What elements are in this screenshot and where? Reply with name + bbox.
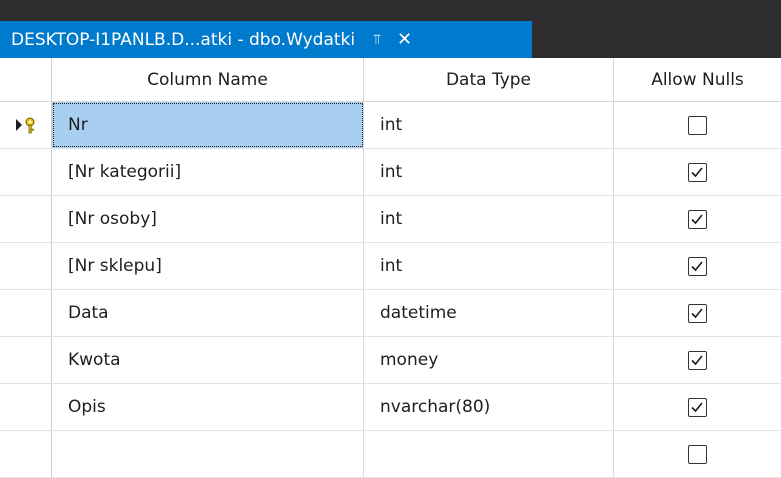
allow-nulls-checkbox[interactable]	[688, 350, 707, 370]
table-row[interactable]: [Nr sklepu] int	[0, 243, 781, 290]
table-row[interactable]	[0, 431, 781, 478]
document-tab[interactable]: DESKTOP-I1PANLB.D...atki - dbo.Wydatki ⫪…	[0, 21, 532, 58]
table-designer-grid: Column Name Data Type Allow Nulls Nr int[…	[0, 58, 781, 478]
data-type-cell[interactable]: int	[364, 243, 614, 289]
allow-nulls-cell	[614, 290, 781, 336]
data-type-cell[interactable]: datetime	[364, 290, 614, 336]
allow-nulls-checkbox[interactable]	[688, 444, 707, 464]
column-name-cell[interactable]: [Nr sklepu]	[52, 243, 364, 289]
data-type-header[interactable]: Data Type	[364, 58, 614, 101]
allow-nulls-cell	[614, 384, 781, 430]
row-selector[interactable]	[0, 337, 52, 383]
allow-nulls-checkbox[interactable]	[688, 162, 707, 182]
allow-nulls-checkbox[interactable]	[688, 397, 707, 417]
allow-nulls-cell	[614, 337, 781, 383]
checkmark-icon	[691, 401, 703, 412]
allow-nulls-checkbox[interactable]	[688, 115, 707, 135]
checkmark-icon	[691, 260, 703, 271]
table-row[interactable]: Kwota money	[0, 337, 781, 384]
allow-nulls-cell	[614, 102, 781, 148]
tab-title[interactable]: DESKTOP-I1PANLB.D...atki - dbo.Wydatki	[11, 30, 355, 50]
column-name-cell[interactable]: Data	[52, 290, 364, 336]
table-row[interactable]: Nr int	[0, 102, 781, 149]
pin-icon[interactable]: ⫪	[373, 32, 381, 48]
checkmark-icon	[691, 166, 703, 177]
grid-header-row: Column Name Data Type Allow Nulls	[0, 58, 781, 102]
row-selector[interactable]	[0, 102, 52, 148]
row-selector[interactable]	[0, 431, 52, 477]
data-type-cell[interactable]: int	[364, 196, 614, 242]
row-selector[interactable]	[0, 196, 52, 242]
allow-nulls-checkbox[interactable]	[688, 303, 707, 323]
allow-nulls-checkbox[interactable]	[688, 256, 707, 276]
column-name-cell[interactable]: [Nr kategorii]	[52, 149, 364, 195]
table-row[interactable]: [Nr osoby] int	[0, 196, 781, 243]
data-type-cell[interactable]: nvarchar(80)	[364, 384, 614, 430]
table-row[interactable]: [Nr kategorii] int	[0, 149, 781, 196]
table-row[interactable]: Data datetime	[0, 290, 781, 337]
column-name-header[interactable]: Column Name	[52, 58, 364, 101]
row-selector-header	[0, 58, 52, 101]
allow-nulls-checkbox[interactable]	[688, 209, 707, 229]
column-name-cell[interactable]: Kwota	[52, 337, 364, 383]
primary-key-icon	[15, 117, 34, 134]
checkmark-icon	[691, 307, 703, 318]
data-type-cell[interactable]	[364, 431, 614, 477]
data-type-cell[interactable]: int	[364, 149, 614, 195]
column-name-cell[interactable]: Nr	[52, 102, 364, 148]
row-selector[interactable]	[0, 149, 52, 195]
close-icon[interactable]: ✕	[397, 29, 412, 50]
allow-nulls-header[interactable]: Allow Nulls	[614, 58, 781, 101]
column-name-cell[interactable]: [Nr osoby]	[52, 196, 364, 242]
allow-nulls-cell	[614, 149, 781, 195]
row-selector[interactable]	[0, 290, 52, 336]
allow-nulls-cell	[614, 196, 781, 242]
table-row[interactable]: Opis nvarchar(80)	[0, 384, 781, 431]
checkmark-icon	[691, 213, 703, 224]
data-type-cell[interactable]: money	[364, 337, 614, 383]
row-selector[interactable]	[0, 243, 52, 289]
checkmark-icon	[691, 354, 703, 365]
row-selector[interactable]	[0, 384, 52, 430]
allow-nulls-cell	[614, 431, 781, 477]
column-name-cell[interactable]	[52, 431, 364, 477]
allow-nulls-cell	[614, 243, 781, 289]
column-name-cell[interactable]: Opis	[52, 384, 364, 430]
document-tabstrip: DESKTOP-I1PANLB.D...atki - dbo.Wydatki ⫪…	[0, 0, 781, 58]
data-type-cell[interactable]: int	[364, 102, 614, 148]
